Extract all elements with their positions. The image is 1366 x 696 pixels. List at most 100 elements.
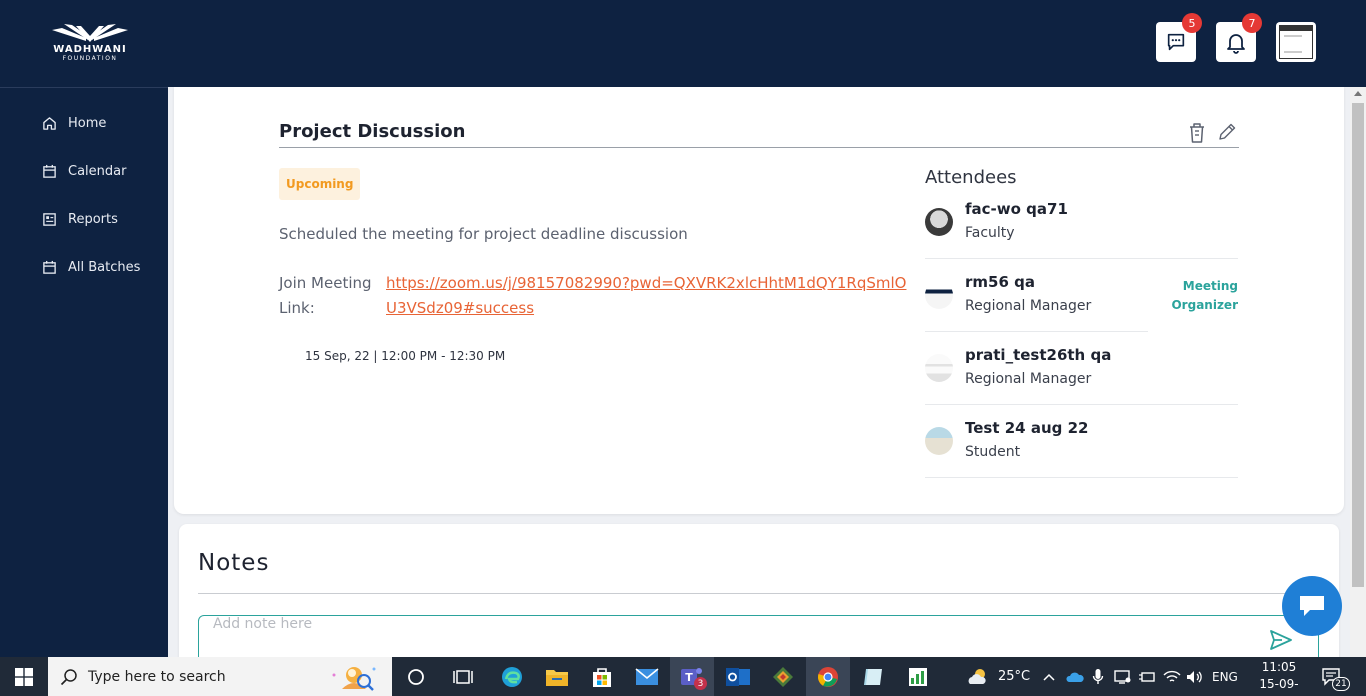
clock-time: 11:05 [1261, 660, 1297, 674]
notes-title: Notes [198, 550, 270, 576]
messages-button[interactable]: 5 [1156, 13, 1202, 62]
task-view-icon [453, 669, 473, 684]
notes-app-icon [864, 668, 882, 685]
svg-text:T: T [685, 671, 693, 684]
edge-icon [502, 666, 522, 687]
profile-button[interactable] [1276, 22, 1316, 62]
taskbar-chart-app[interactable] [896, 657, 940, 696]
meeting-title-row: Project Discussion [279, 121, 1239, 148]
language-label: ENG [1212, 669, 1238, 684]
folder-icon [546, 669, 568, 686]
attendee-role: Regional Manager [965, 371, 1092, 387]
action-center-button[interactable]: 21 [1322, 657, 1350, 696]
notifications-button[interactable]: 7 [1216, 13, 1262, 62]
taskbar-notes-app[interactable] [851, 657, 895, 696]
chat-icon [1167, 33, 1185, 51]
sidebar-item-label: Reports [68, 212, 118, 227]
meeting-organizer-tag: Meeting Organizer [1171, 279, 1238, 312]
show-hidden-icons-button[interactable] [1042, 657, 1056, 696]
sidebar-item-home[interactable]: Home [42, 116, 106, 131]
sidebar-item-reports[interactable]: Reports [42, 212, 118, 227]
windows-taskbar: Type here to search T 3 25°C ENG 11:05 1… [0, 657, 1366, 696]
chat-bubble-icon [1300, 596, 1324, 616]
status-badge: Upcoming [279, 168, 361, 200]
page-scrollbar[interactable] [1350, 87, 1366, 657]
attendee-name: Test 24 aug 22 [965, 419, 1089, 437]
attendee-name: fac-wo qa71 [965, 200, 1068, 218]
reports-icon [43, 213, 56, 226]
edit-meeting-button[interactable] [1217, 122, 1237, 146]
sidebar-item-label: Calendar [68, 164, 127, 179]
taskbar-store[interactable] [580, 657, 624, 696]
weather-widget[interactable]: 25°C [966, 657, 1030, 696]
mail-icon [635, 667, 659, 685]
delete-meeting-button[interactable] [1187, 122, 1207, 148]
taskbar-file-explorer[interactable] [535, 657, 579, 696]
wifi-icon [1163, 670, 1181, 682]
sidebar-item-calendar[interactable]: Calendar [42, 164, 126, 179]
notifications-count-badge: 7 [1242, 13, 1262, 33]
calendar-icon [43, 164, 56, 178]
attendee-role: Regional Manager [965, 298, 1092, 314]
logo-subtitle: FOUNDATION [62, 55, 118, 62]
cortana-circle-icon [408, 668, 424, 685]
avatar [925, 427, 953, 455]
volume-tray[interactable] [1186, 657, 1204, 696]
send-note-button[interactable] [1269, 629, 1293, 655]
sidebar-item-all-batches[interactable]: All Batches [42, 260, 140, 275]
sidebar-item-label: All Batches [68, 260, 141, 275]
join-meeting-label: Join Meeting Link: [279, 274, 372, 317]
sidebar: Home Calendar Reports All Batches [0, 87, 168, 657]
chat-support-button[interactable] [1282, 576, 1342, 636]
microphone-icon [1092, 668, 1104, 684]
avatar [925, 208, 953, 236]
system-clock[interactable]: 11:05 15-09-2022 [1248, 659, 1310, 696]
attendee-name: prati_test26th qa [965, 346, 1112, 364]
meeting-description: Scheduled the meeting for project deadli… [279, 225, 688, 243]
attendee-role: Faculty [965, 225, 1015, 241]
notes-card: Notes [179, 524, 1339, 657]
diamond-app-icon [773, 666, 793, 687]
weather-temperature: 25°C [998, 669, 1031, 684]
onedrive-cloud-icon [1066, 672, 1084, 682]
task-view-button[interactable] [441, 657, 485, 696]
scroll-up-arrow-icon[interactable] [1354, 91, 1362, 96]
wadhwani-logo[interactable]: WADHWANI FOUNDATION [48, 22, 132, 66]
scrollbar-thumb[interactable] [1352, 103, 1364, 587]
teams-badge: 3 [694, 677, 707, 690]
display-icon [1114, 669, 1131, 684]
attendee-item: prati_test26th qa Regional Manager [925, 332, 1238, 405]
chevron-up-icon [1043, 673, 1055, 681]
display-tray[interactable] [1114, 657, 1132, 696]
bell-icon [1227, 34, 1245, 54]
start-button[interactable] [0, 657, 48, 696]
attendee-item: Test 24 aug 22 Student [925, 405, 1238, 478]
store-icon [593, 667, 611, 687]
top-header: WADHWANI FOUNDATION 5 7 [0, 0, 1366, 87]
cortana-button[interactable] [394, 657, 438, 696]
add-note-input[interactable] [198, 615, 1319, 657]
onedrive-tray[interactable] [1066, 657, 1084, 696]
microphone-tray[interactable] [1092, 657, 1104, 696]
attendee-item: fac-wo qa71 Faculty [925, 186, 1238, 259]
pencil-icon [1219, 123, 1236, 140]
notes-divider [198, 593, 1328, 594]
organizer-tag-wrap: Meeting Organizer [1148, 259, 1238, 332]
taskbar-mail[interactable] [625, 657, 669, 696]
join-meeting-link[interactable]: https://zoom.us/j/98157082990?pwd=QXVRK2… [386, 271, 911, 321]
taskbar-teams[interactable]: T 3 [670, 657, 714, 696]
calendar-icon [43, 260, 56, 274]
home-icon [43, 117, 56, 130]
trash-icon [1190, 123, 1204, 143]
taskbar-app-diamond[interactable] [761, 657, 805, 696]
weather-cloud-icon [968, 668, 986, 684]
taskbar-outlook[interactable] [716, 657, 760, 696]
logo-name: WADHWANI [53, 44, 127, 55]
chart-app-icon [909, 667, 927, 686]
input-language[interactable]: ENG [1212, 657, 1238, 696]
taskbar-search-box[interactable]: Type here to search [48, 657, 392, 696]
taskbar-chrome[interactable] [806, 657, 850, 696]
battery-tray[interactable] [1138, 657, 1156, 696]
wifi-tray[interactable] [1163, 657, 1181, 696]
taskbar-edge[interactable] [490, 657, 534, 696]
